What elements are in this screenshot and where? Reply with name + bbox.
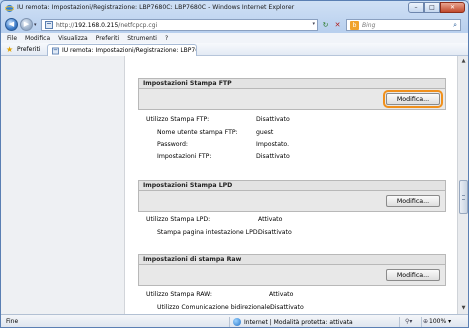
status-separator	[421, 317, 422, 327]
field-label: Utilizzo Stampa RAW:	[146, 291, 213, 298]
raw-settings-section: Impostazioni di stampa Raw Modifica...	[138, 254, 446, 286]
zone-text: Internet | Modalità protetta: attivata	[244, 318, 353, 326]
field-label: Utilizzo Stampa FTP:	[146, 116, 210, 123]
menu-help[interactable]: ?	[165, 35, 168, 42]
menu-file[interactable]: File	[7, 35, 17, 42]
menu-favorites[interactable]: Preferiti	[96, 35, 120, 42]
tab-title: IU remota: Impostazioni/Registrazione: L…	[61, 47, 196, 54]
search-placeholder: Bing	[362, 21, 376, 29]
menu-tools[interactable]: Strumenti	[127, 35, 157, 42]
main-pane: Impostazioni Stampa FTP Modifica... Util…	[126, 56, 457, 314]
field-value: Attivato	[258, 216, 283, 223]
navigation-bar: ◀ ▶ ▾ http://192.168.0.215/netfcpcp.cgi …	[1, 16, 468, 33]
page-content: Impostazioni Stampa FTP Modifica... Util…	[1, 56, 457, 314]
globe-icon	[233, 318, 241, 326]
browser-window: IU remota: Impostazioni/Registrazione: L…	[0, 0, 469, 328]
menu-bar: File Modifica Visualizza Preferiti Strum…	[1, 33, 468, 43]
favorites-bar: ★ Preferiti IU remota: Impostazioni/Regi…	[1, 43, 468, 56]
page-icon	[52, 47, 59, 54]
close-button[interactable]: ✕	[440, 2, 465, 13]
favorites-star-icon[interactable]: ★	[6, 45, 13, 54]
field-label: Nome utente stampa FTP:	[157, 129, 238, 136]
field-value: Disattivato	[270, 304, 304, 311]
edit-button[interactable]: Modifica...	[386, 195, 440, 207]
refresh-icon[interactable]: ↻	[320, 19, 331, 31]
history-dropdown-icon[interactable]: ▾	[34, 22, 37, 28]
address-dropdown-icon[interactable]: ▾	[312, 21, 315, 27]
zoom-icon[interactable]: ⊕	[423, 318, 428, 325]
field-value: Disattivato	[256, 116, 290, 123]
window-title: IU remota: Impostazioni/Registrazione: L…	[17, 4, 295, 11]
minimize-button[interactable]: –	[408, 2, 424, 13]
maximize-button[interactable]: □	[424, 2, 440, 13]
menu-edit[interactable]: Modifica	[25, 35, 50, 42]
section-title: Impostazioni Stampa FTP	[138, 78, 446, 89]
internet-explorer-icon	[5, 4, 14, 13]
field-label: Utilizzo Comunicazione bidirezionale:	[157, 304, 273, 311]
section-toolbar: Modifica...	[138, 191, 446, 212]
section-toolbar: Modifica...	[138, 89, 446, 110]
lpd-settings-section: Impostazioni Stampa LPD Modifica...	[138, 180, 446, 212]
search-box[interactable]: b Bing ⌕	[346, 19, 461, 31]
status-text: Fine	[6, 318, 19, 325]
edit-button[interactable]: Modifica...	[386, 269, 440, 281]
menu-view[interactable]: Visualizza	[58, 35, 88, 42]
field-label: Impostazioni FTP:	[157, 153, 212, 160]
page-icon	[45, 21, 53, 29]
edit-button[interactable]: Modifica...	[383, 90, 443, 108]
section-title: Impostazioni Stampa LPD	[138, 180, 446, 191]
search-icon[interactable]: ⌕	[453, 21, 457, 30]
scroll-up-icon[interactable]: ▲	[459, 57, 468, 66]
url-text: http://192.168.0.215/netfcpcp.cgi	[56, 21, 158, 29]
vertical-scrollbar[interactable]: ▲ ▼	[457, 56, 468, 314]
grip-icon	[462, 195, 465, 200]
ftp-settings-section: Impostazioni Stampa FTP Modifica...	[138, 78, 446, 110]
left-navigation-pane	[1, 56, 125, 314]
title-bar: IU remota: Impostazioni/Registrazione: L…	[1, 1, 468, 16]
back-button[interactable]: ◀	[5, 18, 18, 31]
field-label: Stampa pagina intestazione LPD:	[157, 229, 260, 236]
status-separator	[399, 317, 400, 327]
field-value: guest	[256, 129, 274, 136]
field-label: Utilizzo Stampa LPD:	[146, 216, 211, 223]
status-bar: Fine Internet | Modalità protetta: attiv…	[1, 314, 468, 327]
bing-icon: b	[350, 20, 359, 30]
scrollbar-thumb[interactable]	[459, 180, 468, 214]
address-bar[interactable]: http://192.168.0.215/netfcpcp.cgi ▾	[41, 19, 318, 31]
zoom-level[interactable]: 100% ▾	[429, 318, 451, 325]
favorites-button[interactable]: Preferiti	[17, 46, 41, 53]
field-value: Impostato.	[256, 141, 290, 148]
window-controls: – □ ✕	[408, 2, 465, 13]
forward-button[interactable]: ▶	[20, 18, 33, 31]
field-value: Disattivato	[258, 229, 292, 236]
security-zone[interactable]: Internet | Modalità protetta: attivata	[233, 318, 353, 326]
field-value: Attivato	[269, 291, 294, 298]
field-value: Disattivato	[256, 153, 290, 160]
status-separator	[229, 317, 230, 327]
browser-tab[interactable]: IU remota: Impostazioni/Registrazione: L…	[47, 44, 197, 56]
section-toolbar: Modifica...	[138, 265, 446, 286]
scroll-down-icon[interactable]: ▼	[459, 304, 468, 313]
section-title: Impostazioni di stampa Raw	[138, 254, 446, 265]
field-label: Password:	[157, 141, 188, 148]
page-status-icon[interactable]: ⚲▾	[405, 318, 412, 325]
stop-icon[interactable]: ✕	[332, 19, 343, 31]
